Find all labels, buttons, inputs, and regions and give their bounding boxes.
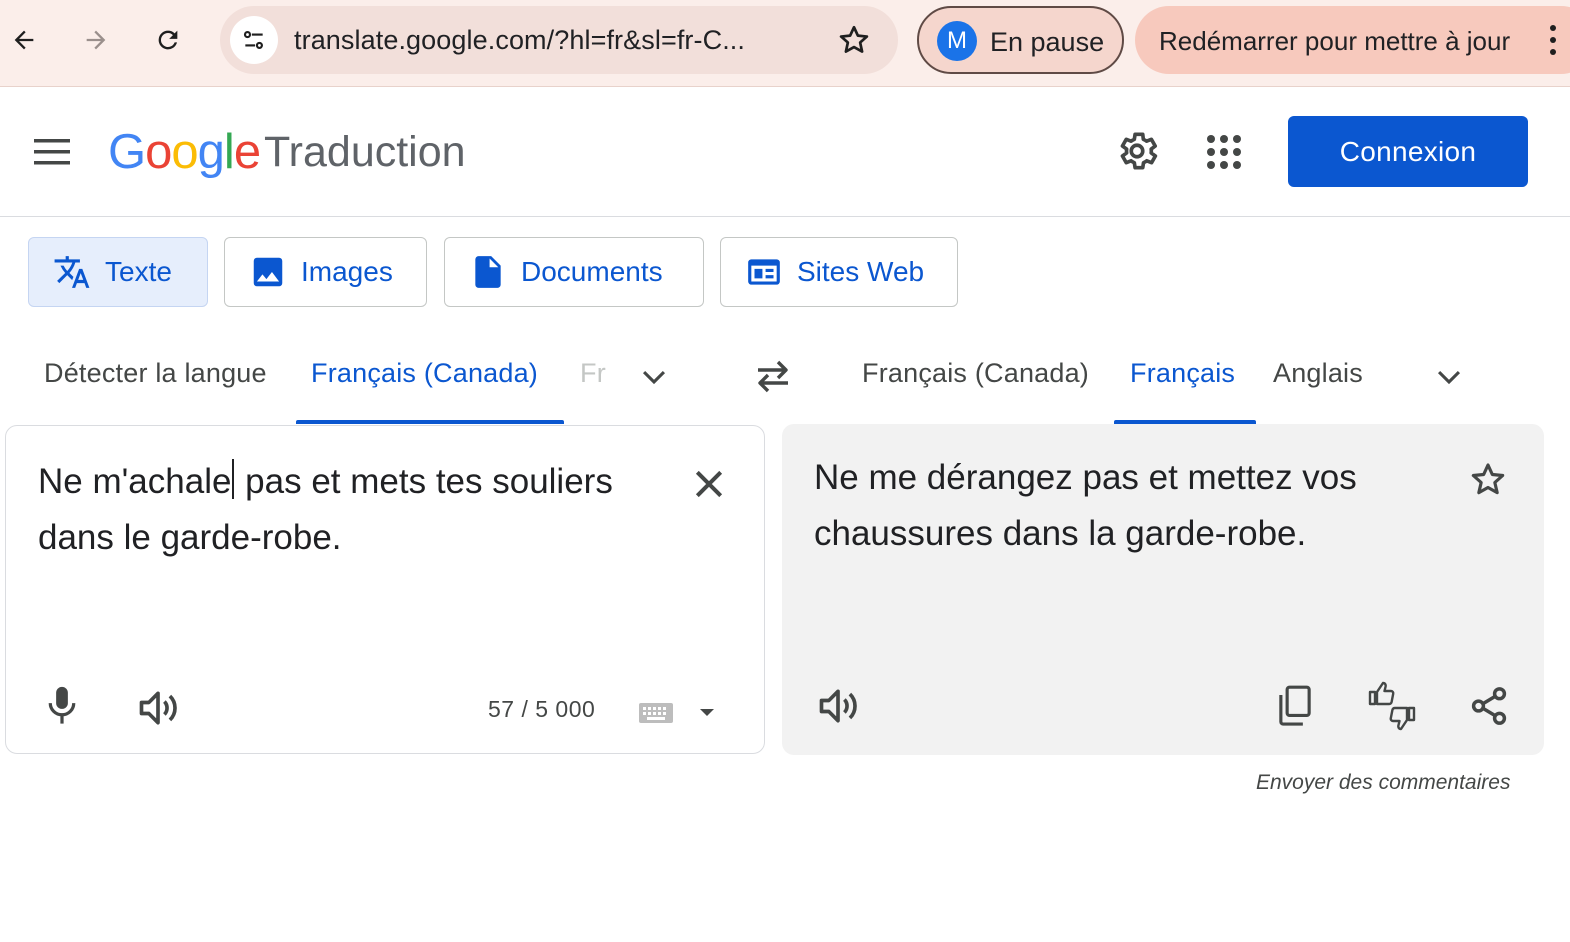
- profile-status: En pause: [990, 27, 1105, 57]
- source-lang-chevron-down-icon[interactable]: [637, 360, 671, 394]
- copy-icon[interactable]: [1276, 684, 1314, 728]
- settings-gear-icon[interactable]: [1114, 128, 1160, 174]
- send-feedback-link[interactable]: Envoyer des commentaires: [1256, 771, 1510, 795]
- image-icon: [253, 257, 283, 287]
- back-button[interactable]: [4, 20, 44, 60]
- translation-panel: Ne me dérangez pas et mettez vos chaussu…: [782, 424, 1544, 755]
- translate-icon: [54, 256, 90, 288]
- source-panel: Ne m'achale pas et mets tes souliers dan…: [5, 425, 765, 754]
- document-icon: [475, 256, 501, 288]
- menu-icon[interactable]: [30, 134, 74, 170]
- source-listen-speaker-icon[interactable]: [136, 686, 180, 730]
- app-header: Google Traduction Connexion: [0, 88, 1570, 217]
- mode-text-button[interactable]: Texte: [28, 237, 208, 307]
- mode-images-label: Images: [301, 256, 393, 287]
- signin-button[interactable]: Connexion: [1288, 116, 1528, 187]
- mode-images-button[interactable]: Images: [224, 237, 427, 307]
- source-lang-underline: [296, 420, 564, 424]
- address-bar[interactable]: translate.google.com/?hl=fr&sl=fr-C...: [220, 6, 898, 74]
- mode-documents-button[interactable]: Documents: [444, 237, 704, 307]
- arrow-right-icon: [86, 30, 106, 50]
- update-label: Redémarrer pour mettre à jour: [1159, 26, 1511, 56]
- website-icon: [748, 259, 780, 285]
- apps-grid-icon[interactable]: [1204, 132, 1244, 172]
- site-info-button[interactable]: [230, 16, 278, 64]
- target-lang-option[interactable]: Anglais: [1273, 358, 1363, 389]
- google-logo[interactable]: Google: [108, 124, 261, 180]
- save-translation-star-icon[interactable]: [1468, 460, 1508, 500]
- profile-chip[interactable]: M En pause: [917, 6, 1124, 74]
- avatar: M: [937, 21, 977, 61]
- source-lang-selected[interactable]: Français (Canada): [311, 358, 538, 389]
- arrow-left-icon: [14, 30, 34, 50]
- url-text[interactable]: translate.google.com/?hl=fr&sl=fr-C...: [294, 25, 745, 56]
- microphone-icon[interactable]: [44, 684, 80, 728]
- mode-websites-label: Sites Web: [797, 256, 925, 287]
- mode-websites-button[interactable]: Sites Web: [720, 237, 958, 307]
- reload-icon: [158, 30, 178, 50]
- mode-documents-label: Documents: [521, 256, 663, 287]
- source-textarea[interactable]: Ne m'achale pas et mets tes souliers dan…: [38, 454, 658, 566]
- target-lang-option[interactable]: Français (Canada): [862, 358, 1089, 389]
- update-chip[interactable]: Redémarrer pour mettre à jour: [1135, 6, 1570, 74]
- product-name: Traduction: [264, 128, 466, 176]
- share-icon[interactable]: [1468, 684, 1510, 728]
- reload-button[interactable]: [148, 20, 188, 60]
- more-vert-icon[interactable]: [1547, 22, 1559, 58]
- rate-translation-thumbs-icon[interactable]: [1366, 680, 1418, 732]
- keyboard-menu-caret-icon[interactable]: [696, 704, 718, 720]
- translation-text: Ne me dérangez pas et mettez vos chaussu…: [814, 458, 1357, 553]
- swap-languages-icon[interactable]: [752, 356, 794, 396]
- mode-text-label: Texte: [105, 256, 172, 287]
- source-lang-detect[interactable]: Détecter la langue: [44, 358, 267, 389]
- target-lang-chevron-down-icon[interactable]: [1432, 360, 1466, 394]
- keyboard-icon[interactable]: [638, 702, 674, 724]
- target-lang-selected[interactable]: Français: [1130, 358, 1235, 389]
- clear-text-icon[interactable]: [689, 464, 729, 504]
- tune-icon: [243, 31, 263, 49]
- forward-button[interactable]: [76, 20, 116, 60]
- browser-toolbar: translate.google.com/?hl=fr&sl=fr-C... M…: [0, 0, 1570, 87]
- source-lang-truncated[interactable]: Fr: [580, 358, 606, 389]
- bookmark-star-icon[interactable]: [836, 22, 872, 58]
- character-count: 57 / 5 000: [488, 696, 596, 722]
- translation-listen-speaker-icon[interactable]: [816, 684, 860, 728]
